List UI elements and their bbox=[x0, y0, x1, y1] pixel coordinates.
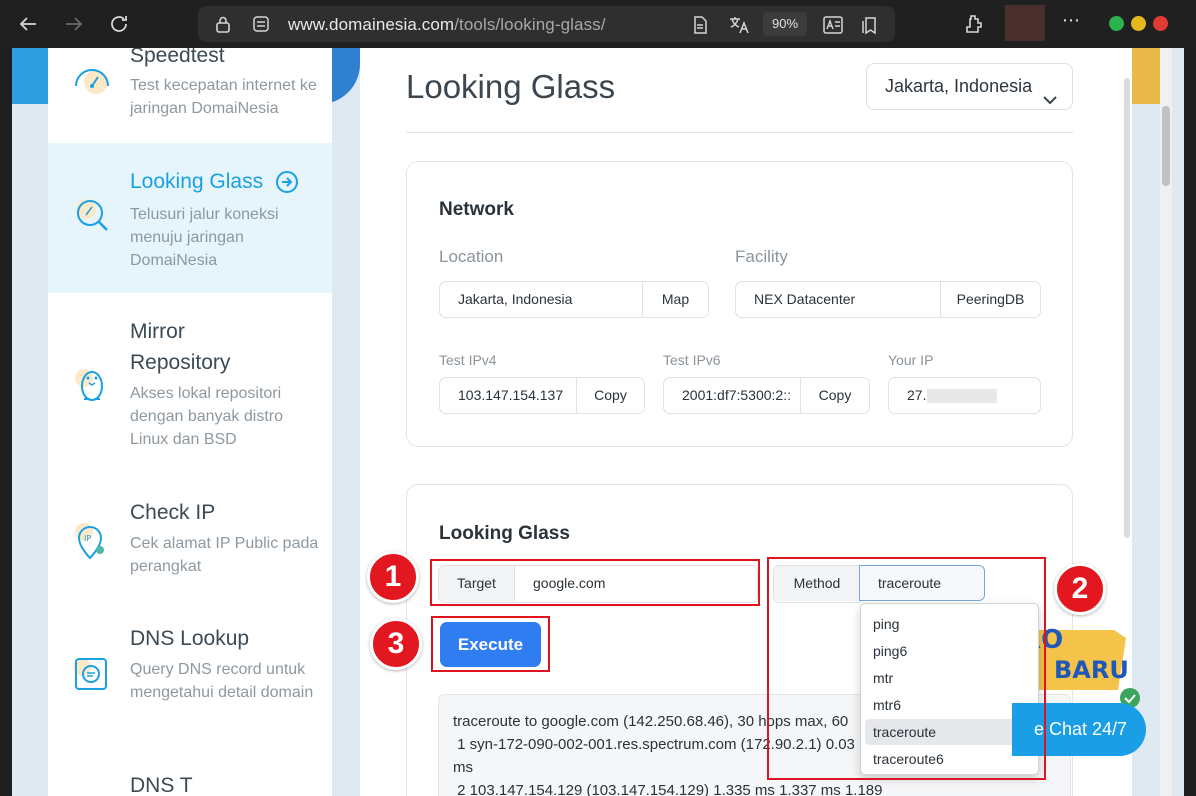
promo-line-2: BARU bbox=[1054, 656, 1129, 684]
sidebar-item-mirror-repository[interactable]: Mirror Repository Akses lokal repositori… bbox=[48, 316, 332, 476]
page-title: Looking Glass bbox=[406, 68, 616, 105]
back-icon[interactable] bbox=[16, 12, 40, 36]
browser-window: www.domainesia.com/tools/looking-glass/ … bbox=[0, 0, 1196, 796]
sidebar-item-desc: Query DNS record untuk mengetahui detail… bbox=[130, 661, 314, 701]
location-select[interactable]: Jakarta, Indonesia bbox=[866, 63, 1073, 110]
speedometer-icon bbox=[70, 60, 110, 100]
sidebar-item-desc: Akses lokal repositori dengan banyak dis… bbox=[130, 385, 283, 448]
page-viewport: Speedtest Test kecepatan internet ke jar… bbox=[12, 48, 1184, 796]
sidebar-item-dns-lookup[interactable]: DNS Lookup Query DNS record untuk menget… bbox=[48, 623, 332, 753]
location-input-group: Jakarta, Indonesia Map bbox=[439, 281, 709, 318]
annotation-box-method bbox=[767, 557, 1046, 780]
map-button[interactable]: Map bbox=[642, 282, 708, 317]
ipv6-value[interactable]: 2001:df7:5300:2:: bbox=[664, 378, 801, 413]
forward-icon[interactable] bbox=[62, 12, 86, 36]
sidebar-item-title: Speedtest bbox=[130, 48, 225, 67]
lock-icon[interactable] bbox=[214, 15, 232, 38]
facility-value[interactable]: NEX Datacenter bbox=[736, 282, 940, 317]
ipv4-value[interactable]: 103.147.154.137 bbox=[440, 378, 577, 413]
maximize-icon[interactable] bbox=[1131, 16, 1146, 31]
extensions-icon[interactable] bbox=[962, 12, 986, 36]
annotation-box-target bbox=[430, 559, 760, 606]
sidebar-item-desc: Cek alamat IP Public pada perangkat bbox=[130, 535, 319, 575]
more-icon[interactable]: ⋯ bbox=[1062, 10, 1081, 31]
translate-icon[interactable] bbox=[728, 15, 749, 35]
redacted-mask bbox=[927, 389, 997, 403]
browser-scrollbar-thumb[interactable] bbox=[1162, 106, 1170, 186]
ip-pin-icon: IP bbox=[70, 518, 110, 560]
sidebar-item-check-ip[interactable]: IP Check IP Cek alamat IP Public pada pe… bbox=[48, 496, 332, 596]
tools-sidebar: Speedtest Test kecepatan internet ke jar… bbox=[48, 48, 332, 796]
peeringdb-button[interactable]: PeeringDB bbox=[940, 282, 1040, 317]
minimize-icon[interactable] bbox=[1109, 16, 1124, 31]
annotation-box-execute bbox=[431, 616, 550, 672]
page-scrollbar-thumb[interactable] bbox=[1124, 78, 1130, 538]
your-ip-input[interactable]: 27.1 bbox=[888, 377, 1041, 414]
sidebar-item-title: DNS Lookup bbox=[130, 627, 250, 650]
sidebar-item-title: Looking Glass bbox=[130, 170, 264, 193]
sidebar-item-looking-glass[interactable]: Looking Glass Telusuri jalur koneksi men… bbox=[48, 143, 332, 293]
dns-search-icon bbox=[70, 653, 110, 693]
url-domain: www.domainesia.com bbox=[288, 15, 455, 34]
immersive-reader-icon[interactable] bbox=[822, 15, 843, 35]
penguin-icon bbox=[70, 362, 110, 402]
url-text[interactable]: www.domainesia.com/tools/looking-glass/ bbox=[288, 15, 606, 35]
copy-ipv6-button[interactable]: Copy bbox=[800, 378, 869, 413]
site-settings-icon[interactable] bbox=[252, 15, 270, 38]
profile-avatar[interactable] bbox=[1005, 5, 1045, 41]
facility-input-group: NEX Datacenter PeeringDB bbox=[735, 281, 1041, 318]
reload-icon[interactable] bbox=[107, 12, 131, 36]
chevron-down-icon bbox=[1042, 79, 1058, 124]
network-card: Network Location Jakarta, Indonesia Map … bbox=[406, 161, 1073, 447]
browser-toolbar: www.domainesia.com/tools/looking-glass/ … bbox=[0, 0, 1196, 48]
location-value[interactable]: Jakarta, Indonesia bbox=[440, 282, 643, 317]
copy-ipv4-button[interactable]: Copy bbox=[576, 378, 644, 413]
svg-text:IP: IP bbox=[84, 534, 91, 543]
ipv6-input-group: 2001:df7:5300:2:: Copy bbox=[663, 377, 870, 414]
sidebar-item-desc: Test kecepatan internet ke jaringan Doma… bbox=[130, 77, 317, 117]
favorites-icon[interactable] bbox=[860, 15, 880, 35]
sidebar-item-title-text: Mirror Repository bbox=[130, 320, 231, 374]
location-select-value: Jakarta, Indonesia bbox=[885, 76, 1033, 96]
arrow-right-circle-icon bbox=[275, 170, 299, 199]
address-bar[interactable]: www.domainesia.com/tools/looking-glass/ … bbox=[198, 6, 895, 42]
annotation-badge-3: 3 bbox=[370, 618, 422, 670]
reader-mode-icon[interactable] bbox=[690, 15, 710, 35]
annotation-badge-1: 1 bbox=[367, 551, 419, 603]
sidebar-item-desc: Telusuri jalur koneksi menuju jaringan D… bbox=[130, 206, 279, 269]
sidebar-item-speedtest[interactable]: Speedtest Test kecepatan internet ke jar… bbox=[48, 48, 332, 142]
ipv6-label: Test IPv6 bbox=[663, 352, 721, 368]
sidebar-item-title: DNS T bbox=[130, 774, 193, 796]
location-label: Location bbox=[439, 247, 504, 266]
ipv4-label: Test IPv4 bbox=[439, 352, 497, 368]
looking-glass-heading: Looking Glass bbox=[439, 523, 570, 544]
zoom-level[interactable]: 90% bbox=[763, 12, 807, 36]
facility-label: Facility bbox=[735, 247, 788, 266]
close-icon[interactable] bbox=[1153, 16, 1168, 31]
network-heading: Network bbox=[439, 199, 514, 220]
output-line: 2 103.147.154.129 (103.147.154.129) 1.33… bbox=[453, 782, 883, 796]
ipv4-input-group: 103.147.154.137 Copy bbox=[439, 377, 645, 414]
sidebar-item-title: Mirror Repository bbox=[130, 316, 260, 378]
magnifier-icon bbox=[70, 193, 110, 233]
your-ip-label: Your IP bbox=[888, 352, 934, 368]
sidebar-item-dns-t[interactable]: DNS T bbox=[48, 770, 332, 796]
header-decoration-left bbox=[12, 48, 48, 104]
browser-scrollbar[interactable] bbox=[1160, 48, 1172, 796]
sidebar-item-title: Check IP bbox=[130, 501, 216, 524]
annotation-badge-2: 2 bbox=[1054, 563, 1106, 615]
divider bbox=[406, 132, 1073, 133]
url-path: /tools/looking-glass/ bbox=[454, 15, 606, 34]
